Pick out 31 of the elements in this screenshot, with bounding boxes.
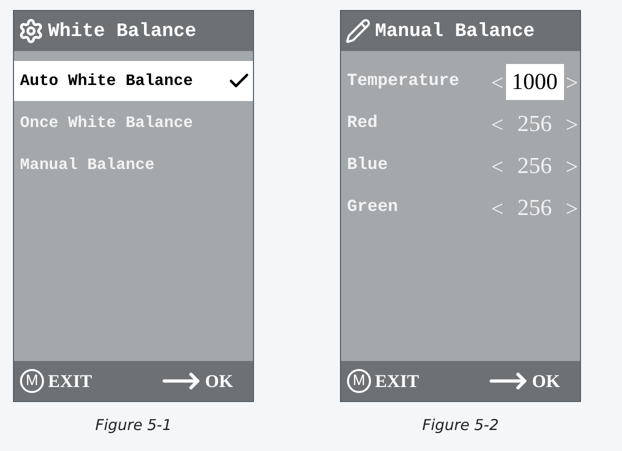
menu-item[interactable]: Once White Balance [14,103,253,143]
setting-label: Temperature [347,71,460,94]
screen-title: White Balance [48,18,196,44]
gear-icon [18,18,44,44]
menu-item[interactable]: Auto White Balance [14,61,253,101]
decrease-arrow[interactable]: < [489,66,506,98]
screen-title: Manual Balance [375,18,535,44]
pencil-icon [345,18,371,44]
increase-arrow[interactable]: > [564,66,580,98]
increase-arrow[interactable]: > [564,108,580,140]
setting-value[interactable]: 256 [506,148,564,184]
setting-value[interactable]: 256 [506,190,564,226]
setting-label: Blue [347,155,388,178]
menu-item[interactable]: Manual Balance [14,145,253,185]
decrease-arrow[interactable]: < [489,192,506,224]
setting-label: Red [347,113,378,136]
setting-value[interactable]: 256 [506,106,564,142]
setting-value[interactable]: 1000 [506,64,564,100]
figure-caption: Figure 5-2 [422,415,499,436]
menu-key-icon: M [347,369,371,393]
decrease-arrow[interactable]: < [489,108,506,140]
ok-label: OK [532,370,560,392]
decrease-arrow[interactable]: < [489,150,506,182]
setting-label: Green [347,197,398,220]
increase-arrow[interactable]: > [564,192,580,224]
increase-arrow[interactable]: > [564,150,580,182]
figure-caption: Figure 5-1 [95,415,172,436]
exit-label: EXIT [375,370,420,392]
exit-label: EXIT [48,370,92,392]
ok-label: OK [204,370,233,392]
menu-key-icon: M [20,369,44,393]
